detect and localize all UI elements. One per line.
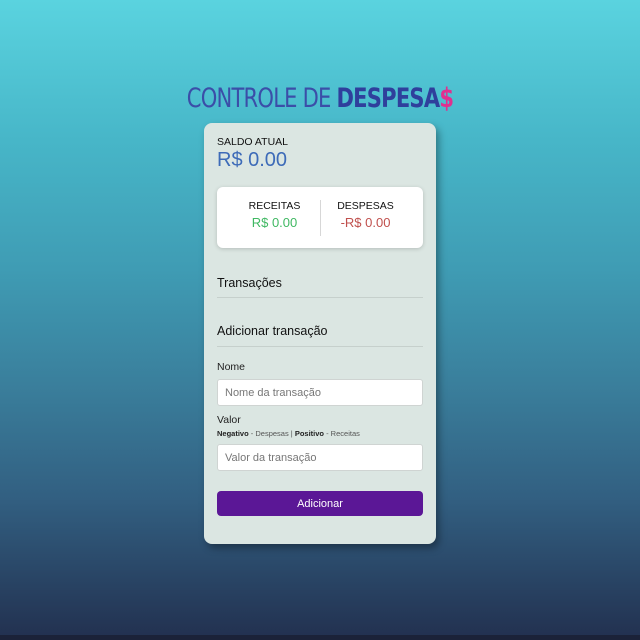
title-part-bold: DESPESA <box>336 83 440 114</box>
transactions-heading: Transações <box>217 276 282 290</box>
hint-negative: Negativo <box>217 429 249 438</box>
title-part-plain: CONTROLE DE <box>186 83 337 114</box>
transactions-divider <box>217 297 423 298</box>
income-expense-summary: RECEITAS R$ 0.00 DESPESAS -R$ 0.00 <box>217 187 423 248</box>
value-hint: Negativo - Despesas | Positivo - Receita… <box>217 429 360 438</box>
bottom-edge-bar <box>0 635 640 640</box>
expense-column: DESPESAS -R$ 0.00 <box>314 200 417 230</box>
add-transaction-button[interactable]: Adicionar <box>217 491 423 516</box>
value-field-label: Valor <box>217 414 241 426</box>
hint-negative-text: - Despesas | <box>248 429 295 438</box>
add-transaction-divider <box>217 346 423 347</box>
expense-card: SALDO ATUAL R$ 0.00 RECEITAS R$ 0.00 DES… <box>204 123 436 544</box>
hint-positive-text: - Receitas <box>324 429 360 438</box>
hint-positive: Positivo <box>294 429 325 438</box>
name-field-label: Nome <box>217 361 246 373</box>
expense-value: -R$ 0.00 <box>340 215 391 230</box>
income-label: RECEITAS <box>248 200 301 212</box>
balance-label: SALDO ATUAL <box>217 136 288 148</box>
transaction-value-input[interactable] <box>217 444 423 471</box>
income-value: R$ 0.00 <box>251 215 298 230</box>
balance-value: R$ 0.00 <box>217 149 288 171</box>
transaction-name-input[interactable] <box>217 379 423 406</box>
expense-label: DESPESAS <box>337 200 394 212</box>
app-title: CONTROLE DE DESPESA$ <box>70 82 569 116</box>
income-column: RECEITAS R$ 0.00 <box>223 200 326 230</box>
add-transaction-heading: Adicionar transação <box>217 324 328 338</box>
title-dollar-accent: $ <box>439 83 454 114</box>
